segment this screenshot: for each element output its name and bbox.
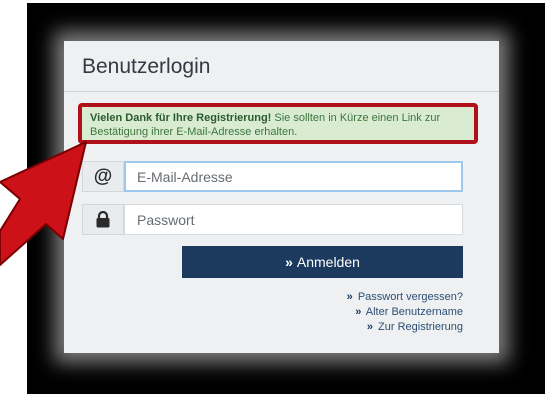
forgot-password-link[interactable]: » Passwort vergessen? [347,290,463,305]
auxiliary-links: » Passwort vergessen? » Alter Benutzerna… [347,290,463,335]
double-chevron-right-icon: » [355,306,362,318]
login-button[interactable]: » Anmelden [182,246,463,278]
alert-strong-text: Vielen Dank für Ihre Registrierung! [90,112,272,124]
register-link[interactable]: » Zur Registrierung [347,320,463,335]
password-field[interactable] [124,204,463,235]
title-divider [64,91,499,92]
red-arrow-icon [0,141,87,266]
old-username-link[interactable]: » Alter Benutzername [347,305,463,320]
double-chevron-right-icon: » [285,254,293,270]
double-chevron-right-icon: » [346,291,353,303]
double-chevron-right-icon: » [366,321,373,333]
login-button-label: Anmelden [296,254,360,270]
email-field[interactable] [124,161,463,192]
page-title: Benutzerlogin [82,55,211,78]
